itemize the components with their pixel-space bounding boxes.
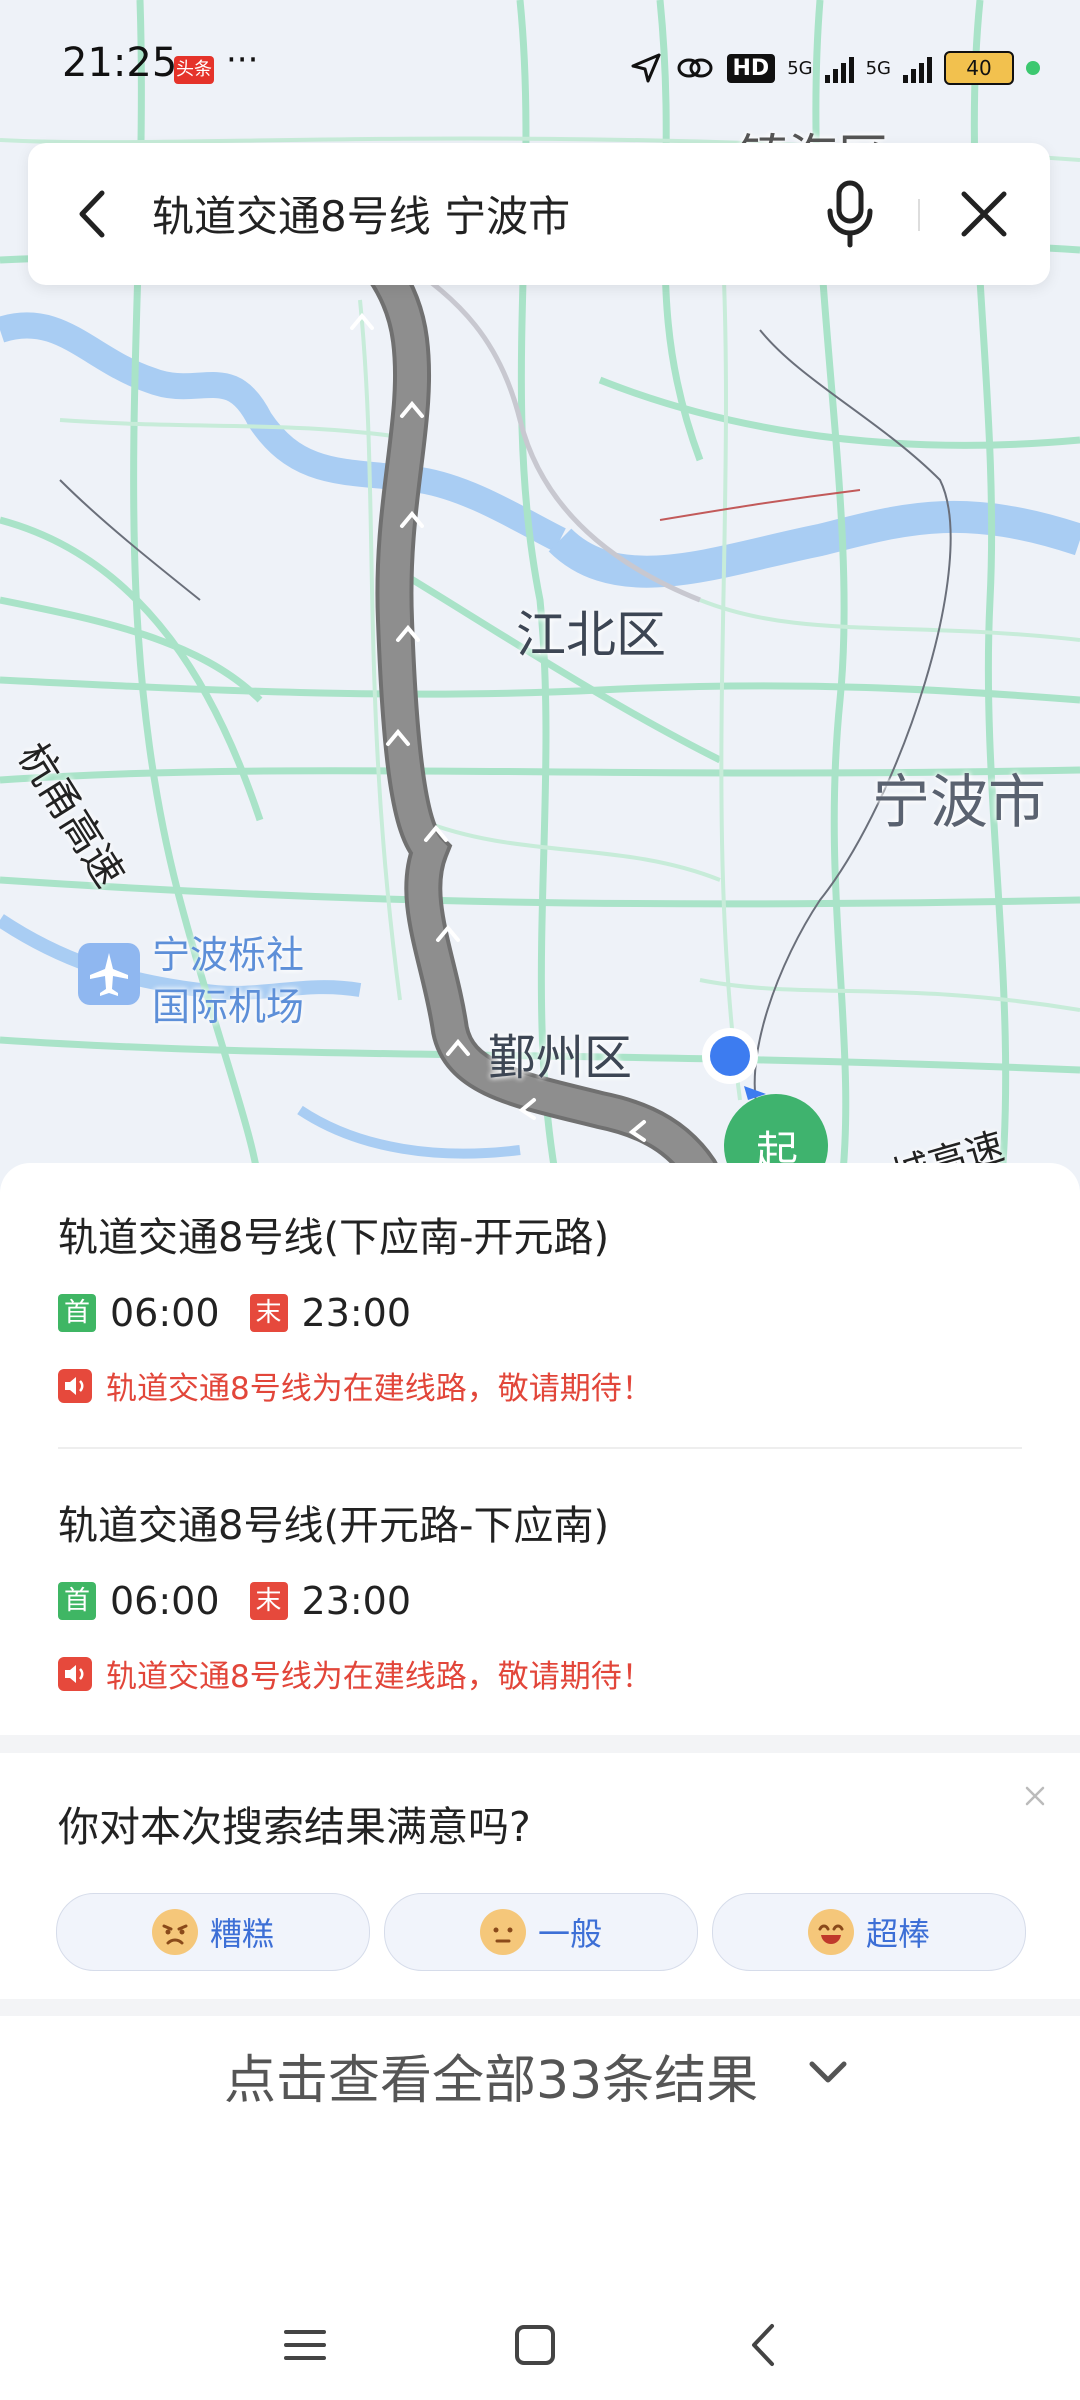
status-time: 21:25 [62,40,178,86]
feedback-panel: 你对本次搜索结果满意吗? 糟糕 一般 超棒 [0,1753,1080,1999]
voice-search-button[interactable] [820,175,880,253]
back-nav-button[interactable] [730,2310,800,2380]
feedback-neutral-button[interactable]: 一般 [384,1893,698,1971]
home-nav-button[interactable] [500,2310,570,2380]
airport-icon[interactable] [78,943,140,1005]
show-all-results-label: 点击查看全部33条结果 [224,2051,759,2111]
notice: 轨道交通8号线为在建线路，敬请期待！ [58,1651,653,1696]
result-title: 轨道交通8号线(开元路-下应南) [58,1503,610,1549]
menu-icon [284,2330,326,2360]
microphone-icon [827,180,873,248]
search-divider [918,199,920,231]
last-train-time: 23:00 [301,1291,412,1335]
signal-icon-1 [824,53,854,83]
result-divider [58,1447,1022,1449]
result-title: 轨道交通8号线(下应南-开元路) [58,1215,610,1261]
result-card-2[interactable]: 轨道交通8号线(开元路-下应南) 首 06:00 末 23:00 轨道交通8号线… [0,1451,1080,1739]
map-label-jiangbei: 江北区 [516,606,666,664]
home-square-icon [515,2325,555,2365]
notice-text: 轨道交通8号线为在建线路，敬请期待！ [106,1659,653,1695]
feedback-question: 你对本次搜索结果满意吗? [58,1803,531,1851]
notice: 轨道交通8号线为在建线路，敬请期待！ [58,1363,653,1408]
search-bar: 轨道交通8号线 宁波市 [28,143,1050,285]
back-chevron-icon [752,2324,774,2366]
notice-text: 轨道交通8号线为在建线路，敬请期待！ [106,1371,653,1407]
last-train-time: 23:00 [301,1579,412,1623]
feedback-close-button[interactable] [1022,1783,1048,1809]
chevron-down-icon [806,2052,850,2092]
first-train-time: 06:00 [110,1579,220,1623]
close-icon [1025,1786,1045,1806]
section-gap [0,1999,1080,2017]
first-train-badge: 首 [58,1294,96,1332]
system-nav-bar [0,2290,1080,2400]
signal-icon-2 [903,53,932,83]
close-icon [961,191,1007,237]
current-location-dot [710,1036,750,1076]
menu-nav-button[interactable] [270,2310,340,2380]
link-icon [677,58,712,78]
status-indicators: HD 5G 5G 40 [629,48,1040,88]
speaker-icon [58,1368,92,1403]
feedback-label: 一般 [537,1915,602,1953]
back-arrow-icon [79,190,105,238]
network-type-2: 5G [865,57,891,79]
result-card-1[interactable]: 轨道交通8号线(下应南-开元路) 首 06:00 末 23:00 轨道交通8号线… [0,1163,1080,1451]
clear-search-button[interactable] [950,179,1018,249]
location-arrow-icon [631,53,660,83]
search-input[interactable]: 轨道交通8号线 宁波市 [152,183,570,244]
first-train-badge: 首 [58,1582,96,1620]
map-label-yinzhou: 鄞州区 [488,1030,633,1086]
happy-face-icon [807,1909,854,1955]
status-bar: 21:25 头条 ··· HD 5G 5G 40 [0,0,1080,140]
speaker-icon [58,1656,92,1691]
section-gap [0,1735,1080,1753]
service-hours: 首 06:00 末 23:00 [58,1579,412,1623]
status-more-dots: ··· [226,40,259,80]
neutral-face-icon [479,1909,526,1955]
service-hours: 首 06:00 末 23:00 [58,1291,412,1335]
feedback-great-button[interactable]: 超棒 [712,1893,1026,1971]
feedback-label: 糟糕 [209,1915,274,1953]
show-all-results-button[interactable]: 点击查看全部33条结果 [0,2016,1080,2126]
battery-icon: 40 [944,51,1014,85]
news-app-badge: 头条 [174,56,214,84]
network-type-1: 5G [787,57,813,79]
feedback-bad-button[interactable]: 糟糕 [56,1893,370,1971]
map-label-airport-line1: 宁波栎社 [152,933,305,977]
privacy-indicator-dot [1026,61,1040,75]
map-label-ningbo: 宁波市 [872,768,1047,836]
back-button[interactable] [64,179,124,249]
angry-face-icon [151,1909,198,1955]
map-label-airport-line2: 国际机场 [152,985,305,1029]
last-train-badge: 末 [249,1582,288,1620]
last-train-badge: 末 [249,1294,288,1332]
feedback-label: 超棒 [865,1915,930,1953]
hd-voice-icon: HD [726,53,776,83]
first-train-time: 06:00 [110,1291,220,1335]
